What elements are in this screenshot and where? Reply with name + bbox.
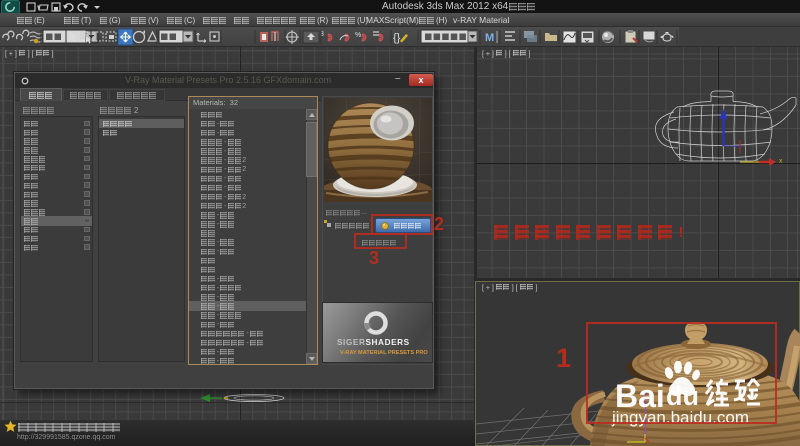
svg-text:%: % <box>355 32 361 39</box>
svg-text:{}: {} <box>393 32 401 44</box>
svg-text:M: M <box>485 32 494 44</box>
svg-text:x: x <box>779 158 783 165</box>
